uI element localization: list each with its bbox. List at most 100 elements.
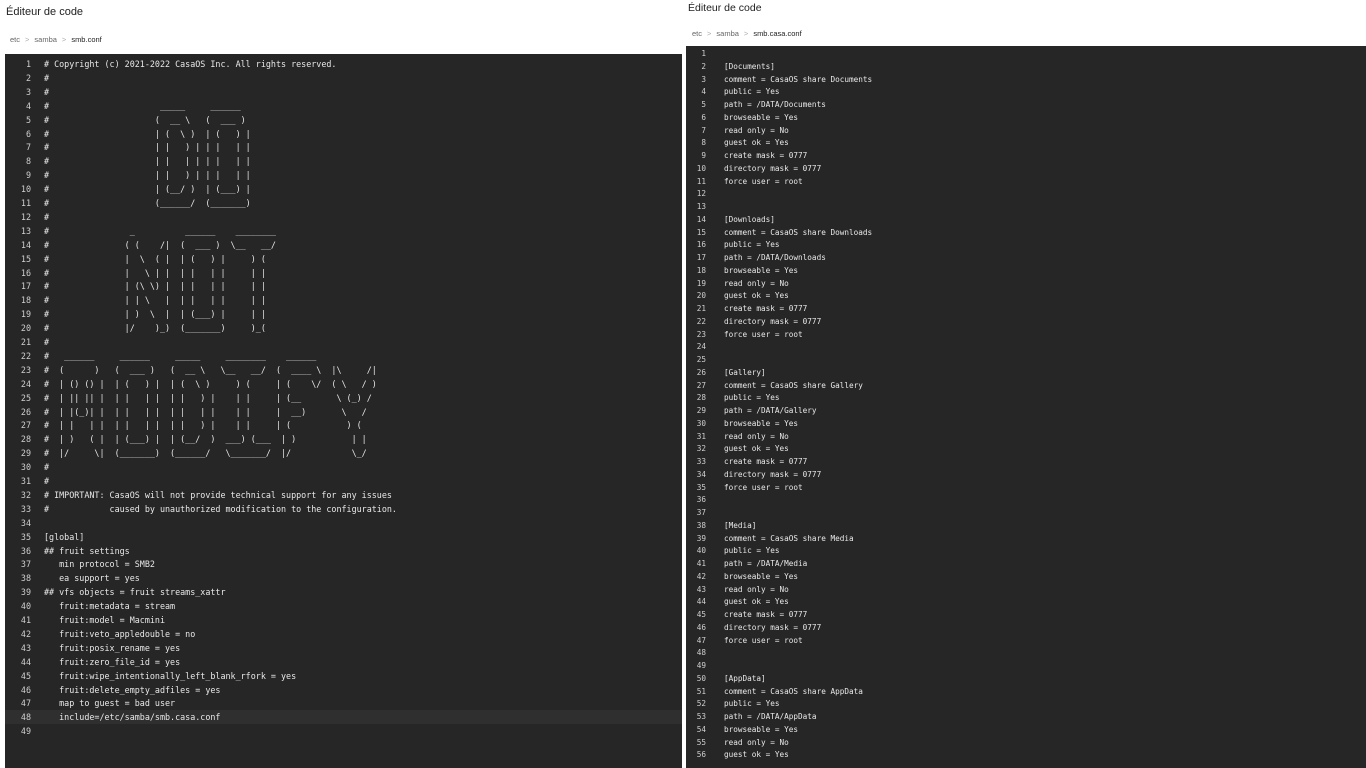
code-line[interactable]: 43 read only = No (686, 584, 1366, 597)
code-line[interactable]: 32 # IMPORTANT: CasaOS will not provide t… (5, 488, 682, 502)
code-line[interactable]: 2 [Documents] (686, 61, 1366, 74)
code-line[interactable]: 44 guest ok = Yes (686, 596, 1366, 609)
code-line[interactable]: 34 (5, 516, 682, 530)
code-line[interactable]: 17 path = /DATA/Downloads (686, 252, 1366, 265)
code-line[interactable]: 21 create mask = 0777 (686, 303, 1366, 316)
code-line[interactable]: 10 directory mask = 0777 (686, 163, 1366, 176)
code-line[interactable]: 40 public = Yes (686, 545, 1366, 558)
code-line[interactable]: 15 comment = CasaOS share Downloads (686, 227, 1366, 240)
code-line[interactable]: 5 path = /DATA/Documents (686, 99, 1366, 112)
code-line[interactable]: 27 # | | | | | | | | | | ) | | | | ( ) ( (5, 418, 682, 432)
code-line[interactable]: 37 (686, 507, 1366, 520)
code-line[interactable]: 50 [AppData] (686, 673, 1366, 686)
breadcrumb-item-etc[interactable]: etc (10, 35, 20, 44)
code-line[interactable]: 34 directory mask = 0777 (686, 469, 1366, 482)
code-line[interactable]: 5 # ( __ \ ( ___ ) (5, 113, 682, 127)
code-line[interactable]: 29 # |/ \| (_______) (______/ \_______/ |… (5, 446, 682, 460)
code-line[interactable]: 6 browseable = Yes (686, 112, 1366, 125)
code-line[interactable]: 8 # | | | | | | | | (5, 154, 682, 168)
code-line[interactable]: 4 # _____ ______ (5, 99, 682, 113)
code-line[interactable]: 6 # | ( \ ) | ( ) | (5, 127, 682, 141)
code-line[interactable]: 13 (686, 201, 1366, 214)
code-line[interactable]: 45 fruit:wipe_intentionally_left_blank_r… (5, 669, 682, 683)
code-line[interactable]: 51 comment = CasaOS share AppData (686, 686, 1366, 699)
code-editor[interactable]: 1 # Copyright (c) 2021-2022 CasaOS Inc. A… (5, 54, 682, 768)
code-line[interactable]: 46 fruit:delete_empty_adfiles = yes (5, 683, 682, 697)
code-line[interactable]: 26 # | |(_)| | | | | | | | | | | | | __) … (5, 405, 682, 419)
code-line[interactable]: 9 create mask = 0777 (686, 150, 1366, 163)
code-line[interactable]: 46 directory mask = 0777 (686, 622, 1366, 635)
code-line[interactable]: 38 [Media] (686, 520, 1366, 533)
code-line[interactable]: 10 # | (__/ ) | (___) | (5, 182, 682, 196)
code-line[interactable]: 49 (686, 660, 1366, 673)
code-line[interactable]: 25 (686, 354, 1366, 367)
code-line[interactable]: 15 # | \ ( | | ( ) | ) ( (5, 252, 682, 266)
code-line[interactable]: 33 # caused by unauthorized modification … (5, 502, 682, 516)
code-line[interactable]: 42 fruit:veto_appledouble = no (5, 627, 682, 641)
code-line[interactable]: 41 fruit:model = Macmini (5, 613, 682, 627)
code-line[interactable]: 48 (686, 647, 1366, 660)
code-line[interactable]: 25 # | || || | | | | | | | ) | | | | (__ … (5, 391, 682, 405)
code-line[interactable]: 3 # (5, 85, 682, 99)
code-line[interactable]: 17 # | (\ \) | | | | | | | (5, 279, 682, 293)
code-line[interactable]: 44 fruit:zero_file_id = yes (5, 655, 682, 669)
code-line[interactable]: 43 fruit:posix_rename = yes (5, 641, 682, 655)
code-line[interactable]: 18 # | | \ | | | | | | | (5, 293, 682, 307)
code-line[interactable]: 7 read only = No (686, 125, 1366, 138)
code-line[interactable]: 23 # ( ) ( ___ ) ( __ \ \__ __/ ( ____ \ … (5, 363, 682, 377)
code-line[interactable]: 35 force user = root (686, 482, 1366, 495)
code-line[interactable]: 22 # ______ ______ _____ ________ ______ (5, 349, 682, 363)
code-line[interactable]: 7 # | | ) | | | | | (5, 140, 682, 154)
code-line[interactable]: 28 # | ) ( | | (___) | | (__/ ) ___) (___… (5, 432, 682, 446)
code-line[interactable]: 28 public = Yes (686, 392, 1366, 405)
code-line[interactable]: 53 path = /DATA/AppData (686, 711, 1366, 724)
code-line[interactable]: 20 # |/ )_) (_______) )_( (5, 321, 682, 335)
code-line[interactable]: 12 # (5, 210, 682, 224)
code-line[interactable]: 42 browseable = Yes (686, 571, 1366, 584)
code-line[interactable]: 3 comment = CasaOS share Documents (686, 74, 1366, 87)
code-line[interactable]: 48 include=/etc/samba/smb.casa.conf (5, 710, 682, 725)
code-line[interactable]: 36 (686, 494, 1366, 507)
code-line[interactable]: 26 [Gallery] (686, 367, 1366, 380)
code-line[interactable]: 35 [global] (5, 530, 682, 544)
code-line[interactable]: 52 public = Yes (686, 698, 1366, 711)
code-line[interactable]: 23 force user = root (686, 329, 1366, 342)
code-line[interactable]: 21 # (5, 335, 682, 349)
code-line[interactable]: 14 [Downloads] (686, 214, 1366, 227)
code-line[interactable]: 56 guest ok = Yes (686, 749, 1366, 762)
code-line[interactable]: 11 # (______/ (_______) (5, 196, 682, 210)
code-line[interactable]: 2 # (5, 71, 682, 85)
code-line[interactable]: 1 # Copyright (c) 2021-2022 CasaOS Inc. A… (5, 57, 682, 71)
code-line[interactable]: 18 browseable = Yes (686, 265, 1366, 278)
code-line[interactable]: 29 path = /DATA/Gallery (686, 405, 1366, 418)
code-line[interactable]: 39 comment = CasaOS share Media (686, 533, 1366, 546)
code-line[interactable]: 4 public = Yes (686, 86, 1366, 99)
code-line[interactable]: 37 min protocol = SMB2 (5, 557, 682, 571)
breadcrumb-item-etc[interactable]: etc (692, 29, 702, 38)
code-line[interactable]: 19 read only = No (686, 278, 1366, 291)
code-line[interactable]: 1 (686, 48, 1366, 61)
code-line[interactable]: 45 create mask = 0777 (686, 609, 1366, 622)
code-line[interactable]: 54 browseable = Yes (686, 724, 1366, 737)
breadcrumb-item-samba[interactable]: samba (34, 35, 57, 44)
code-line[interactable]: 12 (686, 188, 1366, 201)
code-line[interactable]: 20 guest ok = Yes (686, 290, 1366, 303)
code-line[interactable]: 11 force user = root (686, 176, 1366, 189)
code-line[interactable]: 40 fruit:metadata = stream (5, 599, 682, 613)
code-line[interactable]: 55 read only = No (686, 737, 1366, 750)
code-line[interactable]: 47 map to guest = bad user (5, 696, 682, 710)
code-line[interactable]: 33 create mask = 0777 (686, 456, 1366, 469)
code-line[interactable]: 24 # | () () | | ( ) | | ( \ ) ) ( | ( \/… (5, 377, 682, 391)
code-line[interactable]: 36 ## fruit settings (5, 544, 682, 558)
code-line[interactable]: 30 # (5, 460, 682, 474)
code-line[interactable]: 9 # | | ) | | | | | (5, 168, 682, 182)
code-line[interactable]: 8 guest ok = Yes (686, 137, 1366, 150)
code-line[interactable]: 27 comment = CasaOS share Gallery (686, 380, 1366, 393)
code-line[interactable]: 30 browseable = Yes (686, 418, 1366, 431)
code-line[interactable]: 14 # ( ( /| ( ___ ) \__ __/ (5, 238, 682, 252)
breadcrumb-item-samba[interactable]: samba (716, 29, 739, 38)
code-line[interactable]: 31 read only = No (686, 431, 1366, 444)
code-editor[interactable]: 1 2 [Documents] 3 comment = CasaOS share Doc… (686, 46, 1366, 768)
code-line[interactable]: 22 directory mask = 0777 (686, 316, 1366, 329)
code-line[interactable]: 39 ## vfs objects = fruit streams_xattr (5, 585, 682, 599)
